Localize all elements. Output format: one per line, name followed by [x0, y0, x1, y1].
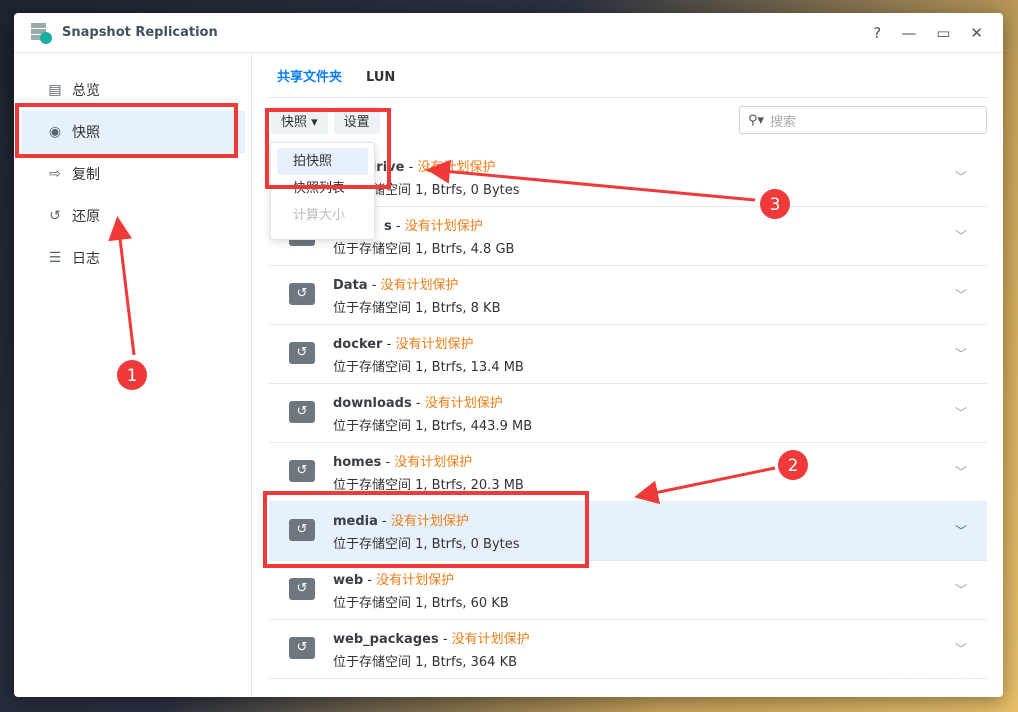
settings-button[interactable]: 设置: [333, 106, 380, 134]
list-item[interactable]: ↺ downloads - 没有计划保护 位于存储空间 1, Btrfs, 44…: [269, 384, 987, 443]
search-icon: ⚲▾: [748, 112, 765, 128]
protection-status: 没有计划保护: [376, 573, 455, 588]
folder-name: media: [333, 514, 378, 529]
protection-status: 没有计划保护: [404, 219, 483, 234]
minimize-button[interactable]: —: [901, 24, 916, 42]
folder-snapshot-icon: ↺: [289, 578, 315, 600]
protection-status: 没有计划保护: [380, 278, 459, 293]
folder-name: web_packages: [333, 632, 439, 647]
folder-name: docker: [333, 337, 383, 352]
sidebar-item-label: 总览: [72, 83, 100, 99]
chevron-down-icon[interactable]: ﹀: [955, 286, 967, 303]
list-item[interactable]: ↺ docker - 没有计划保护 位于存储空间 1, Btrfs, 13.4 …: [269, 325, 987, 384]
folder-snapshot-icon: ↺: [289, 283, 315, 305]
folder-info: 位于存储空间 1, Btrfs, 20.3 MB: [333, 478, 524, 493]
folder-snapshot-icon: ↺: [289, 401, 315, 423]
tab-lun[interactable]: LUN: [366, 70, 395, 85]
list-item[interactable]: ↺ web_packages - 没有计划保护 位于存储空间 1, Btrfs,…: [269, 620, 987, 679]
protection-status: 没有计划保护: [417, 160, 496, 175]
folder-info: 位于存储空间 1, Btrfs, 4.8 GB: [333, 242, 515, 257]
chevron-down-icon[interactable]: ﹀: [955, 345, 967, 362]
window-title: Snapshot Replication: [62, 25, 218, 40]
folder-name: downloads: [333, 396, 412, 411]
chevron-down-icon[interactable]: ﹀: [955, 404, 967, 421]
sidebar: ▤ 总览 ◉ 快照 ⇨ 复制 ↺ 还原 ☰ 日志: [14, 53, 252, 697]
protection-status: 没有计划保护: [451, 632, 530, 647]
list-item[interactable]: ↺ Data - 没有计划保护 位于存储空间 1, Btrfs, 8 KB ﹀: [269, 266, 987, 325]
folder-snapshot-icon: ↺: [289, 342, 315, 364]
menu-item-snapshot-list[interactable]: 快照列表: [277, 175, 368, 202]
list-item[interactable]: ↺ web - 没有计划保护 位于存储空间 1, Btrfs, 60 KB ﹀: [269, 561, 987, 620]
sidebar-item-label: 快照: [72, 125, 100, 141]
protection-status: 没有计划保护: [390, 514, 469, 529]
folder-snapshot-icon: ↺: [289, 637, 315, 659]
help-button[interactable]: ?: [873, 24, 881, 42]
snapshot-dropdown-menu: 拍快照 快照列表 计算大小: [270, 142, 375, 240]
folder-info: 位于存储空间 1, Btrfs, 60 KB: [333, 596, 509, 611]
folder-name: web: [333, 573, 364, 588]
tab-shared-folders[interactable]: 共享文件夹: [277, 66, 342, 85]
folder-info: 位于存储空间 1, Btrfs, 8 KB: [333, 301, 501, 316]
protection-status: 没有计划保护: [424, 396, 503, 411]
sidebar-item-snapshot[interactable]: ◉ 快照: [22, 111, 245, 153]
snapshot-menu-button[interactable]: 快照 ▾: [271, 106, 328, 134]
sidebar-item-restore[interactable]: ↺ 还原: [22, 195, 245, 237]
folder-info: 位于存储空间 1, Btrfs, 443.9 MB: [333, 419, 533, 434]
sidebar-item-replication[interactable]: ⇨ 复制: [22, 153, 245, 195]
restore-icon: ↺: [49, 208, 61, 224]
chevron-down-icon[interactable]: ﹀: [955, 168, 967, 185]
shared-folder-list: ↺ drive - 没有计划保护 位于存储空间 1, Btrfs, 0 Byte…: [269, 148, 987, 679]
list-item[interactable]: ↺ drive - 没有计划保护 位于存储空间 1, Btrfs, 0 Byte…: [269, 148, 987, 207]
sidebar-item-overview[interactable]: ▤ 总览: [22, 69, 245, 111]
close-button[interactable]: ✕: [970, 24, 983, 42]
folder-info: 位于存储空间 1, Btrfs, 13.4 MB: [333, 360, 524, 375]
camera-icon: ◉: [48, 124, 62, 140]
log-icon: ☰: [48, 250, 62, 266]
chevron-down-icon[interactable]: ﹀: [955, 227, 967, 244]
protection-status: 没有计划保护: [395, 337, 474, 352]
folder-info: 位于存储空间 1, Btrfs, 364 KB: [333, 655, 518, 670]
folder-snapshot-icon: ↺: [289, 460, 315, 482]
list-item[interactable]: ↺ media - 没有计划保护 位于存储空间 1, Btrfs, 0 Byte…: [269, 502, 987, 561]
menu-item-calculate-size: 计算大小: [293, 208, 346, 223]
overview-icon: ▤: [48, 82, 62, 98]
folder-name: s: [384, 219, 392, 234]
chevron-down-icon[interactable]: ﹀: [955, 581, 967, 598]
folder-name: homes: [333, 455, 382, 470]
sidebar-item-label: 日志: [72, 251, 100, 267]
maximize-button[interactable]: ▭: [936, 24, 950, 42]
app-window: Snapshot Replication ? — ▭ ✕ ▤ 总览 ◉ 快照 ⇨ 复制…: [14, 13, 1003, 697]
sidebar-item-label: 还原: [72, 209, 100, 225]
list-item[interactable]: ↺ s - 没有计划保护 位于存储空间 1, Btrfs, 4.8 GB ﹀: [269, 207, 987, 266]
protection-status: 没有计划保护: [394, 455, 473, 470]
title-bar: Snapshot Replication ? — ▭ ✕: [14, 13, 1003, 53]
folder-name: Data: [333, 278, 368, 293]
chevron-down-icon[interactable]: ﹀: [955, 522, 967, 539]
sidebar-item-log[interactable]: ☰ 日志: [22, 237, 245, 279]
folder-snapshot-icon: ↺: [289, 519, 315, 541]
chevron-down-icon[interactable]: ﹀: [955, 463, 967, 480]
replicate-icon: ⇨: [49, 166, 61, 182]
app-logo-icon: [31, 22, 52, 44]
watermark-logo: 值 什么值得买: [890, 678, 1004, 699]
sidebar-item-label: 复制: [72, 167, 100, 183]
folder-info: 位于存储空间 1, Btrfs, 0 Bytes: [333, 537, 520, 552]
search-input[interactable]: ⚲▾ 搜索: [739, 106, 987, 134]
chevron-down-icon[interactable]: ﹀: [955, 640, 967, 657]
list-item[interactable]: ↺ homes - 没有计划保护 位于存储空间 1, Btrfs, 20.3 M…: [269, 443, 987, 502]
menu-item-take-snapshot[interactable]: 拍快照: [277, 148, 368, 175]
